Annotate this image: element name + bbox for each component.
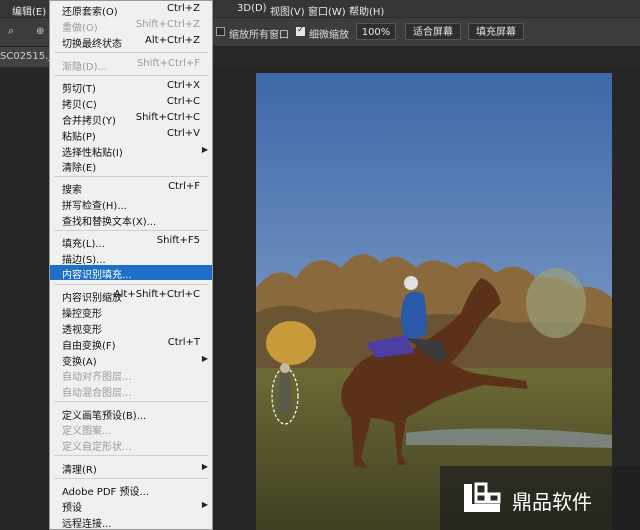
menu-item-find-replace[interactable]: 查找和替换文本(X)...	[50, 212, 212, 228]
menu-item-redo[interactable]: 重做(O) Shift+Ctrl+Z	[50, 18, 212, 34]
menu-item-content-aware-scale[interactable]: 内容识别缩放 Alt+Shift+Ctrl+C	[50, 288, 212, 304]
menu-item-define-brush[interactable]: 定义画笔预设(B)...	[50, 406, 212, 422]
scrubby-zoom-label: 细微缩放	[309, 30, 349, 41]
resize-windows-label: 缩放所有窗口	[229, 30, 289, 41]
menu-item-search[interactable]: 搜索 Ctrl+F	[50, 180, 212, 196]
zoom-tool-icon[interactable]: ⌕	[8, 24, 14, 38]
menu-window[interactable]: 窗口(W)	[308, 3, 346, 18]
menu-item-define-custom-shape[interactable]: 定义自定形状...	[50, 437, 212, 453]
menu-item-clear[interactable]: 清除(E)	[50, 158, 212, 174]
submenu-arrow-icon: ▶	[201, 462, 208, 471]
submenu-arrow-icon: ▶	[201, 145, 208, 154]
menu-item-purge[interactable]: 清理(R) ▶	[50, 460, 212, 476]
zoom-level-field[interactable]: 100%	[356, 23, 396, 40]
menu-item-puppet-warp[interactable]: 操控变形	[50, 304, 212, 320]
menu-view[interactable]: 视图(V)	[270, 3, 305, 18]
menu-item-copy[interactable]: 拷贝(C) Ctrl+C	[50, 95, 212, 111]
photo-horse-rider[interactable]	[256, 73, 612, 530]
menu-item-define-pattern[interactable]: 定义图案...	[50, 421, 212, 437]
watermark-logo-icon	[464, 482, 501, 512]
menu-item-auto-align-layers[interactable]: 自动对齐图层...	[50, 367, 212, 383]
menu-item-presets[interactable]: 预设 ▶	[50, 498, 212, 514]
menu-item-remote-connections[interactable]: 远程连接...	[50, 514, 212, 530]
zoom-in-icon[interactable]: ⊕	[36, 26, 44, 37]
menu-item-fill[interactable]: 填充(L)... Shift+F5	[50, 234, 212, 250]
edit-menu-dropdown: 还原套索(O) Ctrl+Z 重做(O) Shift+Ctrl+Z 切换最终状态 Al…	[49, 0, 213, 530]
menu-separator	[54, 455, 208, 456]
document-tab[interactable]: SC02515.JPG	[0, 47, 65, 67]
menu-separator	[54, 52, 208, 53]
menu-item-content-aware-fill[interactable]: 内容识别填充...	[50, 265, 212, 281]
scrubby-zoom-checkbox[interactable]	[296, 25, 305, 36]
photo-image	[256, 73, 612, 530]
menu-item-paste-special[interactable]: 选择性粘贴(I) ▶	[50, 143, 212, 159]
menu-item-fade[interactable]: 渐隐(D)... Shift+Ctrl+F	[50, 57, 212, 73]
menu-item-auto-blend-layers[interactable]: 自动混合图层...	[50, 383, 212, 399]
submenu-arrow-icon: ▶	[201, 354, 208, 363]
resize-windows-checkbox[interactable]	[216, 27, 225, 36]
menu-item-cut[interactable]: 剪切(T) Ctrl+X	[50, 79, 212, 95]
menu-item-stroke[interactable]: 描边(S)...	[50, 250, 212, 266]
submenu-arrow-icon: ▶	[201, 500, 208, 509]
menu-help[interactable]: 帮助(H)	[349, 3, 384, 18]
menu-item-paste[interactable]: 粘贴(P) Ctrl+V	[50, 127, 212, 143]
watermark-text: 鼎品软件	[512, 490, 592, 514]
menu-separator	[54, 478, 208, 479]
menu-3d[interactable]: 3D(D)	[237, 3, 267, 14]
fit-screen-button[interactable]: 适合屏幕	[405, 23, 461, 40]
menu-item-undo-lasso[interactable]: 还原套索(O) Ctrl+Z	[50, 2, 212, 18]
menu-edit[interactable]: 编辑(E)	[12, 3, 46, 18]
menu-separator	[54, 401, 208, 402]
menu-item-copy-merged[interactable]: 合并拷贝(Y) Shift+Ctrl+C	[50, 111, 212, 127]
menu-item-toggle-last-state[interactable]: 切换最终状态 Alt+Ctrl+Z	[50, 34, 212, 50]
menu-item-transform[interactable]: 变换(A) ▶	[50, 352, 212, 368]
watermark-badge: 鼎品软件	[440, 466, 640, 530]
menu-item-pdf-presets[interactable]: Adobe PDF 预设...	[50, 482, 212, 498]
menu-separator	[54, 75, 208, 76]
menu-separator	[54, 284, 208, 285]
menu-item-free-transform[interactable]: 自由变换(F) Ctrl+T	[50, 336, 212, 352]
menu-item-spell-check[interactable]: 拼写检查(H)...	[50, 196, 212, 212]
fill-screen-button[interactable]: 填充屏幕	[468, 23, 524, 40]
menu-separator	[54, 176, 208, 177]
menu-separator	[54, 230, 208, 231]
menu-item-perspective-warp[interactable]: 透视变形	[50, 320, 212, 336]
